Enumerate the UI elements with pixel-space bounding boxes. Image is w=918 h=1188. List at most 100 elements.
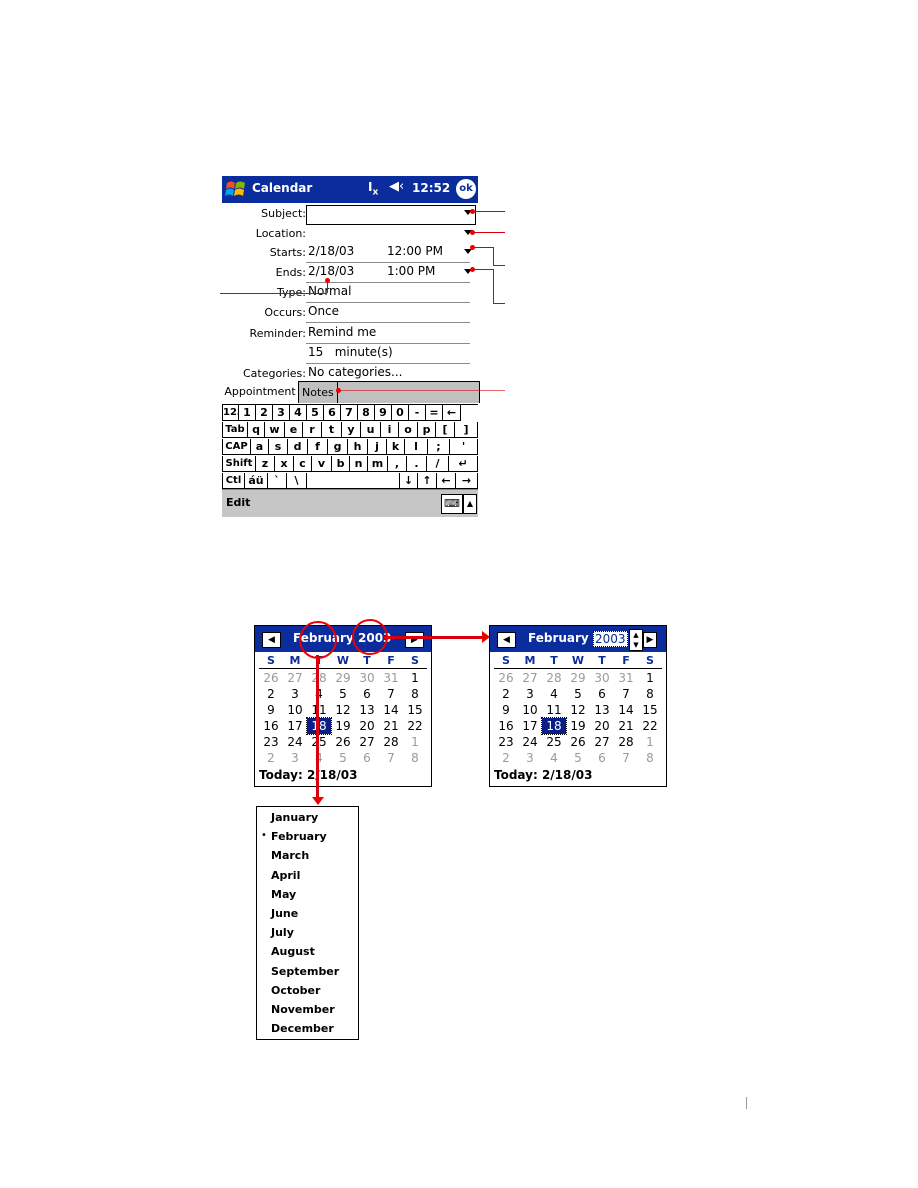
day-cell[interactable]: 6 bbox=[355, 750, 379, 766]
key-4[interactable]: 4 bbox=[290, 405, 307, 421]
input-menu-arrow-icon[interactable]: ▲ bbox=[463, 494, 477, 514]
key-][interactable]: ] bbox=[455, 422, 478, 438]
day-cell[interactable]: 19 bbox=[566, 718, 590, 734]
day-cell[interactable]: 27 bbox=[518, 670, 542, 686]
key-y[interactable]: y bbox=[342, 422, 361, 438]
day-cell[interactable]: 14 bbox=[379, 702, 403, 718]
month-menu-item[interactable]: December bbox=[271, 1022, 334, 1035]
day-cell[interactable]: 17 bbox=[283, 718, 307, 734]
field-ends[interactable]: Ends: 2/18/03 1:00 PM bbox=[222, 263, 478, 283]
day-cell[interactable]: 26 bbox=[494, 670, 518, 686]
day-cell[interactable]: 31 bbox=[614, 670, 638, 686]
day-cell[interactable]: 5 bbox=[331, 750, 355, 766]
day-cell[interactable]: 7 bbox=[614, 750, 638, 766]
day-cell[interactable]: 23 bbox=[494, 734, 518, 750]
key-d[interactable]: d bbox=[288, 439, 308, 455]
categories-value[interactable]: No categories... bbox=[308, 365, 402, 379]
day-cell[interactable]: 7 bbox=[614, 686, 638, 702]
key-l[interactable]: l bbox=[405, 439, 428, 455]
day-cell[interactable]: 21 bbox=[379, 718, 403, 734]
day-cell[interactable]: 16 bbox=[259, 718, 283, 734]
key-7[interactable]: 7 bbox=[341, 405, 358, 421]
start-time[interactable]: 12:00 PM bbox=[387, 244, 443, 258]
key-\[interactable]: \ bbox=[287, 473, 307, 489]
day-cell[interactable]: 25 bbox=[542, 734, 566, 750]
day-cell[interactable]: 26 bbox=[259, 670, 283, 686]
field-location[interactable]: Location: bbox=[222, 224, 478, 244]
key-CAP[interactable]: CAP bbox=[222, 439, 251, 455]
day-cell[interactable]: 10 bbox=[283, 702, 307, 718]
day-cell[interactable]: 13 bbox=[355, 702, 379, 718]
day-cell[interactable]: 17 bbox=[518, 718, 542, 734]
month-menu-item[interactable]: June bbox=[271, 907, 298, 920]
day-cell[interactable]: 9 bbox=[259, 702, 283, 718]
day-cell[interactable]: 8 bbox=[638, 750, 662, 766]
day-cell[interactable]: 1 bbox=[403, 670, 427, 686]
day-cell[interactable]: 1 bbox=[638, 734, 662, 750]
key-n[interactable]: n bbox=[350, 456, 368, 472]
day-cell[interactable]: 21 bbox=[614, 718, 638, 734]
day-cell[interactable]: 5 bbox=[566, 686, 590, 702]
day-cell[interactable]: 12 bbox=[331, 702, 355, 718]
key-w[interactable]: w bbox=[265, 422, 285, 438]
day-cell[interactable]: 31 bbox=[379, 670, 403, 686]
day-cell[interactable]: 7 bbox=[379, 750, 403, 766]
key-↑[interactable]: ↑ bbox=[418, 473, 437, 489]
key-Tab[interactable]: Tab bbox=[222, 422, 248, 438]
key--[interactable]: - bbox=[409, 405, 426, 421]
edit-menu[interactable]: Edit bbox=[226, 496, 250, 509]
day-cell[interactable]: 1 bbox=[638, 670, 662, 686]
day-cell[interactable]: 28 bbox=[614, 734, 638, 750]
key-=[interactable]: = bbox=[426, 405, 443, 421]
year-spinner[interactable]: ▲ ▼ bbox=[629, 629, 643, 651]
day-cell[interactable]: 5 bbox=[566, 750, 590, 766]
prev-month-button[interactable]: ◀ bbox=[262, 632, 281, 648]
next-month-button[interactable]: ▶ bbox=[643, 632, 657, 648]
key-→[interactable]: → bbox=[456, 473, 478, 489]
key-←[interactable]: ← bbox=[437, 473, 456, 489]
key-s[interactable]: s bbox=[269, 439, 288, 455]
key-0[interactable]: 0 bbox=[392, 405, 409, 421]
day-cell[interactable]: 26 bbox=[566, 734, 590, 750]
day-cell[interactable]: 28 bbox=[542, 670, 566, 686]
keyboard-icon[interactable]: ⌨ bbox=[441, 494, 463, 514]
key-5[interactable]: 5 bbox=[307, 405, 324, 421]
key-;[interactable]: ; bbox=[428, 439, 450, 455]
day-cell[interactable]: 8 bbox=[403, 686, 427, 702]
day-cell[interactable]: 29 bbox=[566, 670, 590, 686]
key-↓[interactable]: ↓ bbox=[400, 473, 418, 489]
day-cell[interactable]: 2 bbox=[259, 686, 283, 702]
day-cell[interactable]: 6 bbox=[590, 686, 614, 702]
key-←[interactable]: ← bbox=[443, 405, 461, 421]
key-`[interactable]: ` bbox=[268, 473, 287, 489]
day-cell[interactable]: 8 bbox=[403, 750, 427, 766]
day-cell[interactable]: 3 bbox=[283, 686, 307, 702]
day-cell[interactable]: 29 bbox=[331, 670, 355, 686]
day-cell[interactable]: 24 bbox=[518, 734, 542, 750]
month-menu-item[interactable]: February bbox=[271, 830, 327, 843]
key-space[interactable] bbox=[307, 473, 400, 489]
speaker-icon[interactable]: ◀‹ bbox=[389, 179, 404, 194]
day-cell[interactable]: 4 bbox=[542, 686, 566, 702]
day-cell[interactable]: 28 bbox=[379, 734, 403, 750]
key-i[interactable]: i bbox=[381, 422, 399, 438]
day-cell[interactable]: 4 bbox=[307, 686, 331, 702]
day-cell[interactable]: 2 bbox=[494, 686, 518, 702]
key-q[interactable]: q bbox=[248, 422, 265, 438]
day-cell[interactable]: 30 bbox=[355, 670, 379, 686]
ok-button[interactable]: ok bbox=[456, 179, 476, 199]
day-cell[interactable]: 18 bbox=[306, 717, 332, 735]
key-b[interactable]: b bbox=[332, 456, 350, 472]
day-cell[interactable]: 4 bbox=[307, 750, 331, 766]
month-menu-item[interactable]: March bbox=[271, 849, 309, 862]
day-cell[interactable]: 4 bbox=[542, 750, 566, 766]
day-cell[interactable]: 22 bbox=[638, 718, 662, 734]
key-6[interactable]: 6 bbox=[324, 405, 341, 421]
day-cell[interactable]: 16 bbox=[494, 718, 518, 734]
key-r[interactable]: r bbox=[303, 422, 322, 438]
month-menu-item[interactable]: August bbox=[271, 945, 315, 958]
key-↵[interactable]: ↵ bbox=[449, 456, 478, 472]
day-cell[interactable]: 3 bbox=[518, 686, 542, 702]
day-cell[interactable]: 11 bbox=[542, 702, 566, 718]
year-input[interactable]: 2003 bbox=[593, 631, 628, 647]
